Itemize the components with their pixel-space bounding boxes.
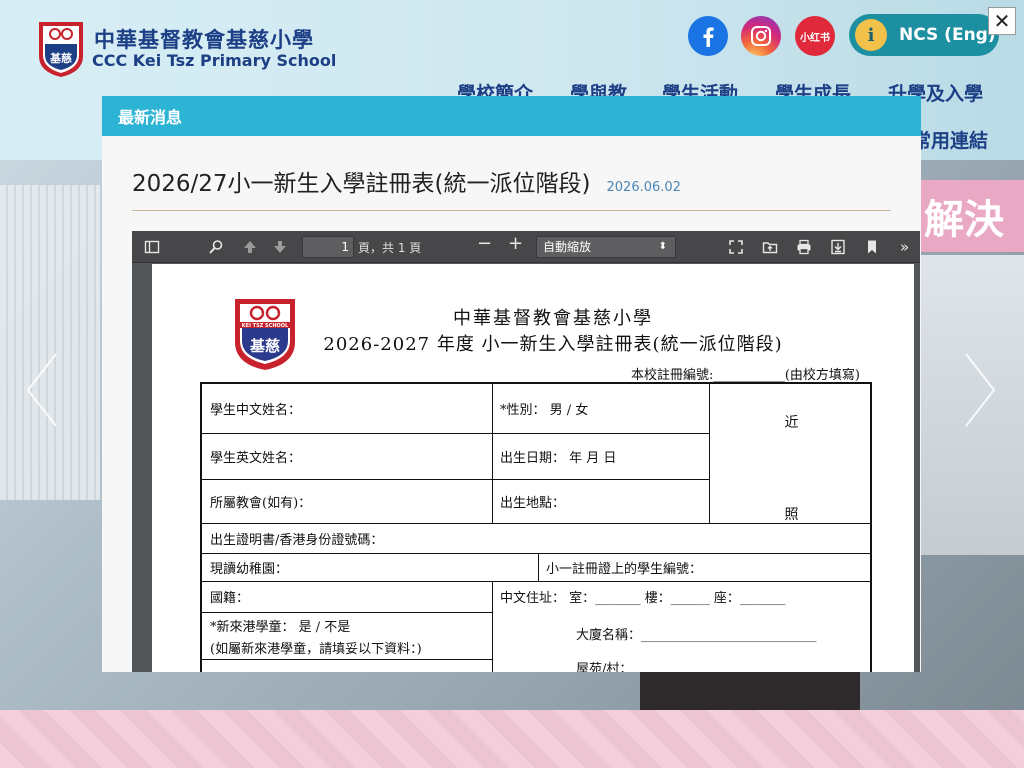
pdf-viewer[interactable]: 1 頁，共 1 頁 − + 自動縮放 ⬍ » KEI TSZ SCHOOL 基慈… [132,231,920,672]
field-estate: 屋苑/村： [576,661,633,673]
nav-item-links[interactable]: 常用連結 [912,126,988,153]
field-nationality: 國籍： [210,591,250,606]
open-file-icon[interactable] [762,239,778,259]
field-church: 所屬教會(如有)： [210,495,312,511]
hero-caption: 解決 [920,180,1024,252]
field-birthplace: 出生地點： [500,495,566,511]
ncs-english-button[interactable]: i NCS (Eng) [849,14,999,56]
popup-body: 2026/27小一新生入學註冊表(統一派位階段) 2026.06.02 1 頁，… [102,136,921,672]
page-number-input[interactable]: 1 [302,236,354,258]
zoom-out-icon[interactable]: − [477,235,492,253]
download-icon[interactable] [830,239,846,259]
xiaohongshu-icon[interactable]: 小红书 [795,16,835,56]
info-icon: i [855,19,887,51]
field-newcomer-note: (如屬新來港學童，請填妥以下資料：) [210,641,422,657]
field-p1-reg-number: 小一註冊證上的學生編號： [546,561,703,577]
field-name-cn: 學生中文姓名： [210,403,302,418]
school-logo[interactable]: 基慈 [36,20,86,78]
field-dob: 出生日期： 年 月 日 [500,450,617,466]
search-icon[interactable] [208,239,224,259]
close-icon: ✕ [993,9,1011,33]
post-heading: 2026/27小一新生入學註冊表(統一派位階段) 2026.06.02 [132,164,891,198]
field-address: 中文住址： 室：_______ 樓：______ 座：_______ [500,591,786,606]
previous-page-icon[interactable] [242,239,258,259]
pdf-toolbar: 1 頁，共 1 頁 − + 自動縮放 ⬍ » [132,231,920,263]
facebook-icon[interactable] [688,16,728,56]
print-icon[interactable] [796,239,812,259]
carousel-next-icon[interactable] [962,350,998,445]
field-kindergarten: 現讀幼稚園： [210,561,289,577]
field-id-number: 出生證明書/香港身份證號碼： [210,532,384,548]
registration-number-line: 本校註冊編號:___________(由校方填寫) [630,368,860,383]
more-tools-icon[interactable]: » [900,239,909,255]
presentation-mode-icon[interactable] [728,239,744,259]
photo-label-2: 照 [784,507,799,523]
page-count-label: 頁，共 1 頁 [358,241,422,255]
document-subtitle: 2026-2027 年度 小一新生入學註冊表(統一派位階段) [323,334,783,355]
xiaohongshu-label: 小红书 [800,32,830,44]
ncs-button-label: NCS (Eng) [899,25,996,45]
news-popup: 最新消息 2026/27小一新生入學註冊表(統一派位階段) 2026.06.02 [102,96,921,672]
field-gender: *性別： 男 / 女 [500,403,589,418]
site-footer-pattern [0,710,1024,768]
field-newcomer: *新來港學童： 是 / 不是 [210,619,351,635]
title-divider [132,210,891,211]
post-title: 2026/27小一新生入學註冊表(統一派位階段) [132,171,591,197]
close-popup-button[interactable]: ✕ [988,7,1016,35]
field-building: 大廈名稱：___________________________ [576,627,817,643]
carousel-prev-icon[interactable] [24,350,60,445]
school-name-en[interactable]: CCC Kei Tsz Primary School [92,51,336,70]
bookmark-icon[interactable] [864,239,880,259]
field-name-en: 學生英文姓名： [210,450,302,466]
school-name-cn[interactable]: 中華基督教會基慈小學 [94,24,314,54]
select-caret-icon: ⬍ [658,241,667,252]
popup-header: 最新消息 [102,96,921,136]
document-title: 中華基督教會基慈小學 [453,308,653,329]
photo-label-1: 近 [784,415,799,431]
hero-caption-text: 解決 [924,197,1004,243]
popup-header-title: 最新消息 [118,108,183,127]
zoom-select[interactable]: 自動縮放 ⬍ [536,236,676,258]
post-date: 2026.06.02 [606,180,681,195]
zoom-in-icon[interactable]: + [508,235,523,253]
sidebar-toggle-icon[interactable] [144,239,160,259]
registration-form-table: 學生中文姓名： *性別： 男 / 女 近 照 學生英文姓名： 出生日期： 年 月… [200,382,872,672]
next-page-icon[interactable] [272,239,288,259]
svg-text:基慈: 基慈 [49,51,72,65]
zoom-select-value: 自動縮放 [543,240,592,254]
pdf-page: KEI TSZ SCHOOL 基慈 中華基督教會基慈小學 2026-2027 年… [152,264,914,672]
instagram-icon[interactable] [741,16,781,56]
hero-shelf-image [0,185,100,500]
